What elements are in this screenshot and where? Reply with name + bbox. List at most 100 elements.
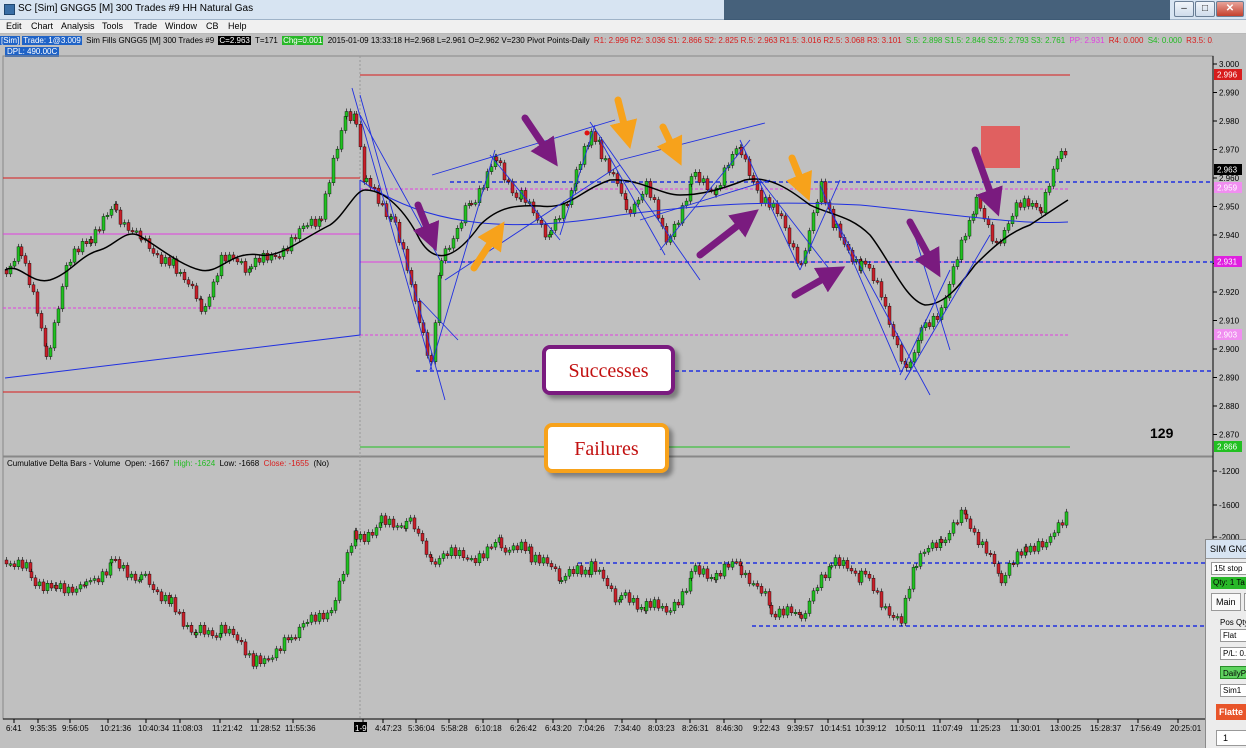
price-bar — [481, 553, 486, 559]
vwap-curve-prior — [4, 180, 361, 379]
time-tick-label: 9:35:35 — [30, 724, 57, 733]
price-tag-r1-text: 2.996 — [1217, 71, 1238, 80]
price-bar — [97, 229, 102, 232]
price-bar — [1022, 198, 1027, 208]
price-bar — [455, 228, 460, 239]
price-bar — [215, 275, 220, 283]
price-bar — [64, 265, 69, 287]
price-tick-label: 2.910 — [1219, 317, 1240, 326]
price-tick-label: 2.970 — [1219, 146, 1240, 155]
time-tick-label: 9:56:05 — [62, 724, 89, 733]
flatten-button[interactable]: Flatte — [1216, 704, 1246, 720]
price-bar — [1040, 541, 1045, 548]
time-tick-label: 10:50:11 — [895, 724, 926, 733]
price-bar — [755, 583, 760, 587]
price-bar — [664, 226, 669, 243]
price-bar — [609, 585, 614, 589]
price-bar — [895, 616, 900, 619]
price-bar — [258, 655, 263, 664]
price-bar — [664, 606, 669, 613]
stop-select[interactable]: 15t stop — [1211, 562, 1246, 575]
tab-main[interactable]: Main — [1211, 593, 1241, 611]
quantity-stepper[interactable]: 1 — [1216, 730, 1246, 746]
successes-callout: Successes — [542, 345, 675, 395]
price-bar — [429, 557, 434, 562]
price-bar — [321, 612, 326, 620]
price-bar — [1064, 511, 1069, 526]
price-bar — [545, 557, 550, 564]
price-bar — [992, 553, 997, 564]
price-bar — [270, 657, 275, 660]
price-bar — [391, 518, 396, 528]
price-bar — [593, 131, 598, 142]
price-bar — [689, 571, 694, 579]
price-bar — [344, 111, 349, 117]
orange-arrow — [609, 96, 638, 149]
price-bar — [775, 203, 780, 214]
price-bar — [437, 275, 442, 323]
purple-arrow — [696, 209, 759, 259]
price-bar — [974, 196, 979, 215]
price-bar — [459, 222, 464, 229]
price-bar — [1044, 542, 1049, 548]
price-bar — [118, 209, 123, 225]
delta-tick-label: -1200 — [1219, 467, 1240, 476]
price-tag-s1-text: 2.866 — [1217, 443, 1238, 452]
price-bar — [159, 254, 164, 264]
price-bar — [235, 634, 240, 641]
price-bar — [955, 522, 960, 525]
price-bar — [951, 266, 956, 285]
price-bar — [1014, 202, 1019, 217]
time-tick-label: 17:56:49 — [1130, 724, 1162, 733]
price-bar — [297, 228, 302, 239]
price-bar — [331, 157, 336, 183]
price-tick-label: 2.900 — [1219, 345, 1240, 354]
price-bar — [163, 595, 168, 602]
price-bar — [297, 626, 302, 639]
price-bar — [333, 600, 338, 611]
price-bar — [93, 229, 98, 244]
price-bar — [1063, 151, 1068, 156]
price-bar — [533, 554, 538, 563]
price-bar — [143, 573, 148, 576]
price-bar — [445, 553, 450, 556]
price-bar — [465, 557, 470, 560]
price-bar — [506, 179, 511, 182]
price-bar — [105, 215, 110, 217]
price-tag-s5-text: 2.903 — [1217, 331, 1238, 340]
price-bar — [1047, 185, 1052, 193]
price-bar — [743, 154, 748, 160]
price-bar — [313, 614, 318, 622]
price-bar — [575, 565, 580, 574]
price-bar — [457, 550, 462, 556]
price-bar — [763, 591, 768, 594]
price-bar — [96, 578, 101, 583]
price-bar — [227, 628, 232, 634]
price-bar — [507, 549, 512, 553]
price-bar — [951, 522, 956, 534]
price-bar — [561, 204, 566, 219]
account-select[interactable]: Sim1 — [1220, 684, 1246, 697]
price-bar — [939, 538, 944, 544]
price-bar — [301, 623, 306, 628]
price-bar — [1051, 168, 1056, 187]
price-bar — [341, 573, 346, 582]
sierra-chart-window: SC [Sim] GNGG5 [M] 300 Trades #9 HH Natu… — [0, 0, 1246, 748]
price-bar — [797, 612, 802, 615]
price-tag-pp-text: 2.931 — [1217, 258, 1238, 267]
price-bar — [601, 569, 606, 579]
price-bar — [617, 599, 622, 603]
price-bar — [676, 601, 681, 606]
trade-window-title[interactable]: SIM GNGG5 — [1206, 540, 1246, 559]
price-bar — [697, 172, 702, 183]
price-bar — [325, 612, 330, 620]
price-bar — [317, 612, 322, 622]
price-bar — [453, 547, 458, 556]
price-bar — [541, 557, 546, 564]
price-bar — [619, 595, 624, 601]
price-bar — [114, 203, 119, 211]
price-bar — [903, 597, 908, 624]
price-bar — [239, 261, 244, 264]
price-bar — [867, 574, 872, 579]
price-bar — [1003, 575, 1008, 584]
